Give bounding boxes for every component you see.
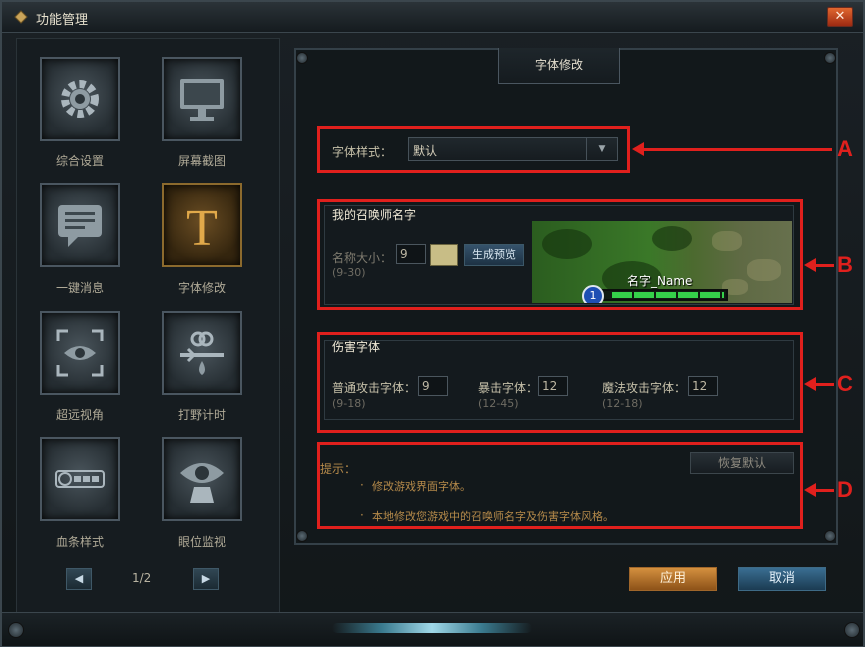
page-prev-button[interactable]: ◀ bbox=[66, 568, 92, 590]
chat-icon bbox=[58, 205, 102, 247]
annotation-letter-d: D bbox=[837, 477, 853, 502]
arrow-left-icon bbox=[804, 377, 816, 391]
tile-label-jungle-timer: 打野计时 bbox=[177, 408, 226, 422]
page-indicator: 1/2 bbox=[132, 571, 152, 585]
annotation-arrow-a bbox=[642, 148, 832, 151]
font-t-icon: T bbox=[186, 200, 218, 253]
annotation-letter-c: C bbox=[837, 371, 853, 396]
annotation-letter-a: A bbox=[837, 136, 853, 161]
eye-focus-icon bbox=[56, 329, 104, 377]
function-manager-window: 功能管理 ✕ 综合设置 屏幕截图 一键消息 T 字体修改 超远视角 打野计时 血… bbox=[0, 0, 865, 647]
rivet-icon bbox=[8, 622, 24, 638]
annotation-box-b bbox=[317, 199, 803, 310]
bottom-frame bbox=[2, 612, 863, 646]
monitor-icon bbox=[180, 79, 224, 121]
rivet-icon bbox=[824, 52, 836, 64]
tile-font-modify[interactable]: T bbox=[162, 183, 242, 267]
gear-icon bbox=[61, 80, 99, 118]
tile-label-general-settings: 综合设置 bbox=[55, 154, 104, 168]
tile-healthbar-style[interactable] bbox=[40, 437, 120, 521]
tile-general-settings[interactable] bbox=[40, 57, 120, 141]
tile-label-quick-message: 一键消息 bbox=[55, 281, 104, 295]
tile-label-healthbar-style: 血条样式 bbox=[55, 535, 104, 549]
rivet-icon bbox=[296, 530, 308, 542]
tile-label-font-modify: 字体修改 bbox=[177, 281, 226, 295]
timer-icon bbox=[180, 331, 224, 375]
ornament-icon bbox=[332, 623, 532, 633]
arrow-left-icon bbox=[804, 258, 816, 272]
rivet-icon bbox=[844, 622, 860, 638]
rivet-icon bbox=[296, 52, 308, 64]
window-title: 功能管理 bbox=[36, 13, 89, 28]
tile-far-view[interactable] bbox=[40, 311, 120, 395]
annotation-box-a bbox=[317, 126, 630, 173]
annotation-box-c bbox=[317, 332, 803, 433]
annotation-letter-b: B bbox=[837, 252, 853, 277]
healthbar-icon bbox=[55, 470, 105, 488]
arrow-left-icon bbox=[632, 142, 644, 156]
tile-screenshot[interactable] bbox=[162, 57, 242, 141]
svg-text:T: T bbox=[186, 200, 218, 253]
tile-quick-message[interactable] bbox=[40, 183, 120, 267]
cancel-button[interactable]: 取消 bbox=[738, 567, 826, 591]
tile-label-ward-watch: 眼位监视 bbox=[177, 535, 226, 549]
tile-label-far-view: 超远视角 bbox=[55, 408, 104, 422]
panel-tab-title: 字体修改 bbox=[498, 48, 620, 84]
tile-label-screenshot: 屏幕截图 bbox=[177, 154, 226, 168]
close-button[interactable]: ✕ bbox=[827, 7, 853, 27]
title-bar[interactable]: 功能管理 ✕ bbox=[2, 2, 863, 33]
arrow-left-icon bbox=[804, 483, 816, 497]
tile-jungle-timer[interactable] bbox=[162, 311, 242, 395]
annotation-arrow-b bbox=[814, 264, 834, 267]
ward-eye-icon bbox=[180, 463, 224, 503]
annotation-arrow-d bbox=[814, 489, 834, 492]
tile-ward-watch[interactable] bbox=[162, 437, 242, 521]
annotation-arrow-c bbox=[814, 383, 834, 386]
annotation-box-d bbox=[317, 442, 803, 529]
apply-button[interactable]: 应用 bbox=[629, 567, 717, 591]
rivet-icon bbox=[824, 530, 836, 542]
page-next-button[interactable]: ▶ bbox=[193, 568, 219, 590]
app-logo-icon bbox=[14, 10, 28, 24]
